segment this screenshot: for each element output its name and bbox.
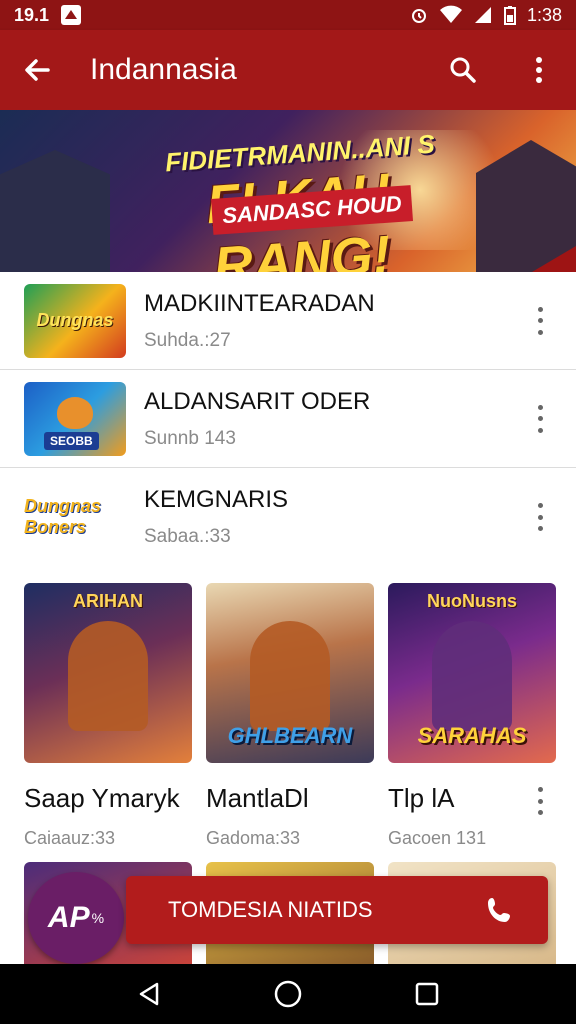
- card-title: Saap Ymaryk: [24, 783, 180, 813]
- card-image: ARIHAN: [24, 583, 192, 763]
- card-subtitle: Gadoma:33: [206, 828, 301, 848]
- list-item[interactable]: SEOBB ALDANSARIT ODER Sunnb 143: [0, 370, 576, 468]
- recents-square-icon[interactable]: [407, 974, 447, 1014]
- promo-badge-button[interactable]: AP %: [28, 872, 124, 964]
- thumbnail-badge: SEOBB: [44, 431, 99, 450]
- signal-icon: [474, 7, 491, 23]
- card-banner: NuoNusns: [427, 591, 517, 611]
- search-icon[interactable]: [446, 53, 480, 87]
- wifi-icon: [439, 5, 462, 23]
- game-card[interactable]: GHLBEARN MantlaDl Gadoma:33: [206, 583, 374, 849]
- list-item-subtitle: Sabaa.:33: [144, 526, 231, 547]
- contact-cta-button[interactable]: TOMDESIA NIATIDS: [126, 876, 548, 944]
- banner-building-left: [0, 150, 110, 272]
- game-thumbnail: Dungnas: [24, 283, 126, 358]
- list-item-title: MADKIINTEARADAN: [144, 289, 375, 317]
- hero-banner[interactable]: FIDIETRMANIN..ANI S FLKAH RANG!: [0, 110, 576, 272]
- app-bar: Indannasia: [0, 30, 576, 110]
- more-vert-icon[interactable]: [530, 404, 550, 433]
- card-title: MantlaDl: [206, 783, 309, 813]
- card-subtitle: Gacoen 131: [388, 828, 487, 848]
- system-nav-bar: [0, 964, 576, 1024]
- card-image: GHLBEARN: [206, 583, 374, 763]
- phone-icon: [488, 898, 510, 922]
- list-item-subtitle: Sunnb 143: [144, 427, 236, 449]
- card-logo: SARAHAS: [417, 723, 527, 748]
- status-time: 19.1: [14, 4, 50, 25]
- character-figure: [250, 621, 330, 731]
- game-thumbnail: Dungnas Boners: [24, 480, 126, 554]
- cta-label: TOMDESIA NIATIDS: [168, 897, 373, 922]
- status-icons: 1:38: [409, 5, 562, 26]
- list-item[interactable]: Dungnas MADKIINTEARADAN Suhda.:27: [0, 272, 576, 370]
- card-image: NuoNusns SARAHAS: [388, 583, 556, 763]
- back-triangle-icon[interactable]: [129, 974, 169, 1014]
- card-subtitle: Caiaauz:33: [24, 828, 116, 848]
- back-arrow-icon[interactable]: [20, 53, 54, 87]
- game-thumbnail: SEOBB: [24, 381, 126, 456]
- list-item-title: ALDANSARIT ODER: [144, 387, 371, 415]
- more-vert-icon[interactable]: [530, 787, 550, 815]
- page-title: Indannasia: [90, 53, 237, 86]
- character-figure: [432, 621, 512, 731]
- thumbnail-logo: Dungnas Boners: [24, 496, 102, 537]
- promo-label: AP: [47, 901, 90, 934]
- list-item-subtitle: Suhda.:27: [144, 329, 231, 351]
- home-circle-icon[interactable]: [268, 974, 308, 1014]
- list-item[interactable]: Dungnas Boners KEMGNARIS Sabaa.:33: [0, 468, 576, 566]
- thumbnail-logo: Dungnas: [36, 310, 114, 330]
- promo-suffix: %: [91, 910, 105, 926]
- game-card[interactable]: ARIHAN Saap Ymaryk Caiaauz:33: [24, 583, 192, 849]
- card-banner: ARIHAN: [73, 591, 143, 611]
- list-item-title: KEMGNARIS: [144, 486, 289, 513]
- notification-icon: [61, 5, 82, 25]
- more-vert-icon[interactable]: [530, 306, 550, 335]
- status-clock: 1:38: [526, 4, 562, 25]
- more-vert-icon[interactable]: [530, 503, 550, 531]
- game-list: Dungnas MADKIINTEARADAN Suhda.:27 SEOBB …: [0, 272, 576, 566]
- card-logo: GHLBEARN: [227, 723, 353, 748]
- status-bar: 19.1 1:38: [0, 0, 576, 30]
- battery-icon: [503, 6, 516, 25]
- alarm-icon: [411, 9, 426, 23]
- character-figure: [68, 621, 148, 731]
- fox-mascot-icon: [57, 396, 93, 429]
- more-vert-icon[interactable]: [522, 53, 556, 87]
